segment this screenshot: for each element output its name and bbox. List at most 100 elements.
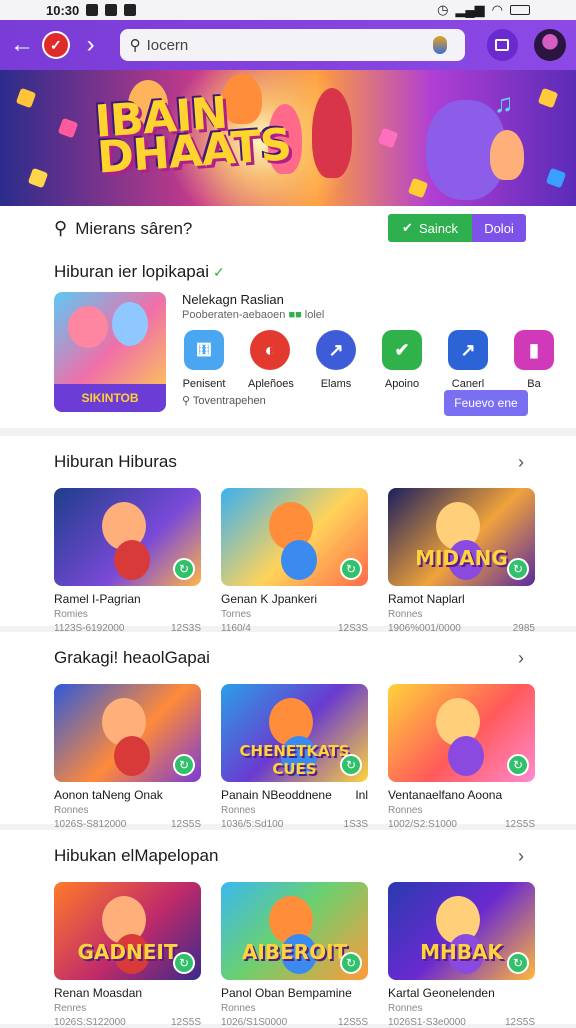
game-card[interactable]: MIDANG ↻ Ramot Naplarl Ronnes 1906%001/0000 2… [388, 488, 535, 634]
game-card[interactable]: CHENETKATS CUES ↻ Panain NBeoddnene Inl Ronn… [221, 684, 368, 830]
red-ring-icon: ◐ [250, 330, 290, 370]
forward-chevron-icon[interactable]: › [80, 33, 102, 57]
app-item[interactable]: ◐ Apleñoes [248, 330, 294, 390]
card-meta-left: 1036/5:Sd100 [221, 819, 284, 830]
app-item[interactable]: ⚅ Penisent [182, 330, 226, 390]
character-figure [114, 736, 150, 776]
game-thumbnail[interactable]: ↻ [54, 488, 201, 586]
notification-icon [124, 4, 137, 16]
card-meta: 1026S:S122000 12S5S [54, 1017, 201, 1028]
card-title-row: Ramot Naplarl [388, 592, 535, 606]
card-title: Aonon taNeng Onak [54, 788, 163, 802]
open-button-label: Doloi [484, 220, 514, 236]
install-button[interactable]: ✔ Sainck [388, 214, 472, 242]
card-title-row: Genan K Jpankeri [221, 592, 368, 606]
card-meta: 1026S-S812000 12S5S [54, 819, 201, 830]
chevron-right-icon[interactable]: › [518, 846, 524, 867]
game-thumbnail[interactable]: MIDANG ↻ [388, 488, 535, 586]
info-icon: ⚲ [182, 395, 191, 407]
open-button[interactable]: Doloi [472, 214, 526, 242]
hero-cube [15, 87, 37, 109]
game-card[interactable]: ↻ Ventanaelfano Aoona Ronnes 1002/S2:S1000 1… [388, 684, 535, 830]
app-label: Apoino [384, 378, 420, 390]
hero-character [490, 130, 524, 180]
game-card[interactable]: ↻ Ramel I-Pagrian Romies 1123S-6192000 12S3S [54, 488, 201, 634]
card-row: ↻ Ramel I-Pagrian Romies 1123S-6192000 12S3S… [54, 488, 535, 634]
card-title-row: Aonon taNeng Onak [54, 788, 201, 802]
app-item[interactable]: ✔ Apoino [380, 330, 424, 390]
alarm-icon: ◷ [437, 2, 449, 17]
download-icon[interactable]: ↻ [173, 558, 195, 580]
section-hiburan-hiburas: Hiburan Hiburas › ↻ Ramel I-Pagrian Romies 11… [0, 436, 576, 634]
game-card[interactable]: GADNEIT ↻ Renan Moasdan Renres 1026S:S122000… [54, 882, 201, 1028]
featured-name[interactable]: Nelekagn Raslian [182, 292, 284, 307]
download-icon[interactable]: ↻ [507, 754, 529, 776]
featured-thumbnail[interactable]: SIKINTOB [54, 292, 166, 412]
hero-banner[interactable]: ♫ IBAIN DHAATS [0, 70, 576, 206]
game-card[interactable]: MHBAK ↻ Kartal Geonelenden Ronnes 1026S1-S3e… [388, 882, 535, 1028]
game-thumbnail[interactable]: AIBEROIT ↻ [221, 882, 368, 980]
avatar[interactable] [534, 29, 566, 61]
card-meta-right: 12S5S [337, 1017, 368, 1028]
card-title: Renan Moasdan [54, 986, 143, 1000]
download-icon[interactable]: ↻ [173, 754, 195, 776]
battery-icon [510, 5, 530, 15]
game-thumbnail[interactable]: CHENETKATS CUES ↻ [221, 684, 368, 782]
featured-title-text: Hiburan ier lopikapai [54, 262, 209, 281]
featured-link[interactable]: ⚲ Toventrapehen [182, 394, 266, 407]
app-label: Ba [527, 378, 541, 390]
notification-icon [105, 4, 118, 16]
card-title-row: Ventanaelfano Aoona [388, 788, 535, 802]
featured-badge: SIKINTOB [54, 384, 166, 412]
status-bar: 10:30 ◷ ▂▄▆ ◠ [0, 0, 576, 20]
featured-subtitle-tail: lolel [304, 309, 325, 321]
game-thumbnail[interactable]: ↻ [54, 684, 201, 782]
card-meta-left: 1026/S1S0000 [221, 1017, 288, 1028]
card-subtitle: Tornes [221, 609, 252, 620]
download-icon[interactable]: ↻ [340, 754, 362, 776]
quick-search[interactable]: ⚲ Mierans sâren? [54, 218, 192, 239]
app-item[interactable]: ▮ Ba [512, 330, 556, 390]
search-icon: ⚲ [54, 218, 68, 238]
game-thumbnail[interactable]: GADNEIT ↻ [54, 882, 201, 980]
download-icon[interactable]: ↻ [340, 952, 362, 974]
game-thumbnail[interactable]: ↻ [221, 488, 368, 586]
card-title-row: Panain NBeoddnene Inl [221, 788, 368, 802]
blue-chart-icon: ↗ [448, 330, 488, 370]
section-hibukan: Hibukan elMapelopan › GADNEIT ↻ Renan Moasda… [0, 830, 576, 1028]
card-subtitle: Renres [54, 1003, 87, 1014]
card-meta: 1026S1-S3e0000 12S5S [388, 1017, 535, 1028]
section-title: Grakagi! heaolGapai [54, 648, 210, 667]
chevron-right-icon[interactable]: › [518, 452, 524, 473]
app-logo-icon[interactable]: ✓ [42, 31, 70, 59]
card-subtitle: Ronnes [388, 609, 423, 620]
back-arrow-icon[interactable]: ← [10, 33, 34, 57]
download-icon[interactable]: ↻ [340, 558, 362, 580]
download-icon[interactable]: ↻ [173, 952, 195, 974]
app-item[interactable]: ↗ Elams [314, 330, 358, 390]
download-icon[interactable]: ↻ [507, 558, 529, 580]
featured-action-button[interactable]: Feuevo ene [444, 390, 528, 416]
chevron-right-icon[interactable]: › [518, 648, 524, 669]
game-thumbnail[interactable]: ↻ [388, 684, 535, 782]
microphone-icon[interactable] [432, 36, 447, 54]
tabs-button[interactable] [486, 29, 519, 61]
pig-character [68, 306, 108, 348]
search-bar[interactable]: ⚲ [119, 29, 465, 61]
card-row: GADNEIT ↻ Renan Moasdan Renres 1026S:S122000… [54, 882, 535, 1028]
card-subtitle: Ronnes [54, 805, 89, 816]
card-title: Ramot Naplarl [388, 592, 465, 606]
card-title-row: Ramel I-Pagrian [54, 592, 201, 606]
search-input[interactable] [146, 36, 427, 54]
game-card[interactable]: ↻ Aonon taNeng Onak Ronnes 1026S-S812000 12S… [54, 684, 201, 830]
featured-subtitle-text: Pooberaten-aebaoen [182, 309, 286, 321]
verified-icon: ✓ [212, 264, 225, 280]
app-label: Penisent [182, 378, 226, 390]
app-item[interactable]: ↗ Canerl [446, 330, 490, 390]
section-grakagi: Grakagi! heaolGapai › ↻ Aonon taNeng Onak Ro… [0, 632, 576, 830]
robot-character [112, 302, 148, 346]
game-card[interactable]: ↻ Genan K Jpankeri Tornes 1160/4 12S3S [221, 488, 368, 634]
download-icon[interactable]: ↻ [507, 952, 529, 974]
game-thumbnail[interactable]: MHBAK ↻ [388, 882, 535, 980]
game-card[interactable]: AIBEROIT ↻ Panol Oban Bempamine Ronnes 1026/… [221, 882, 368, 1028]
